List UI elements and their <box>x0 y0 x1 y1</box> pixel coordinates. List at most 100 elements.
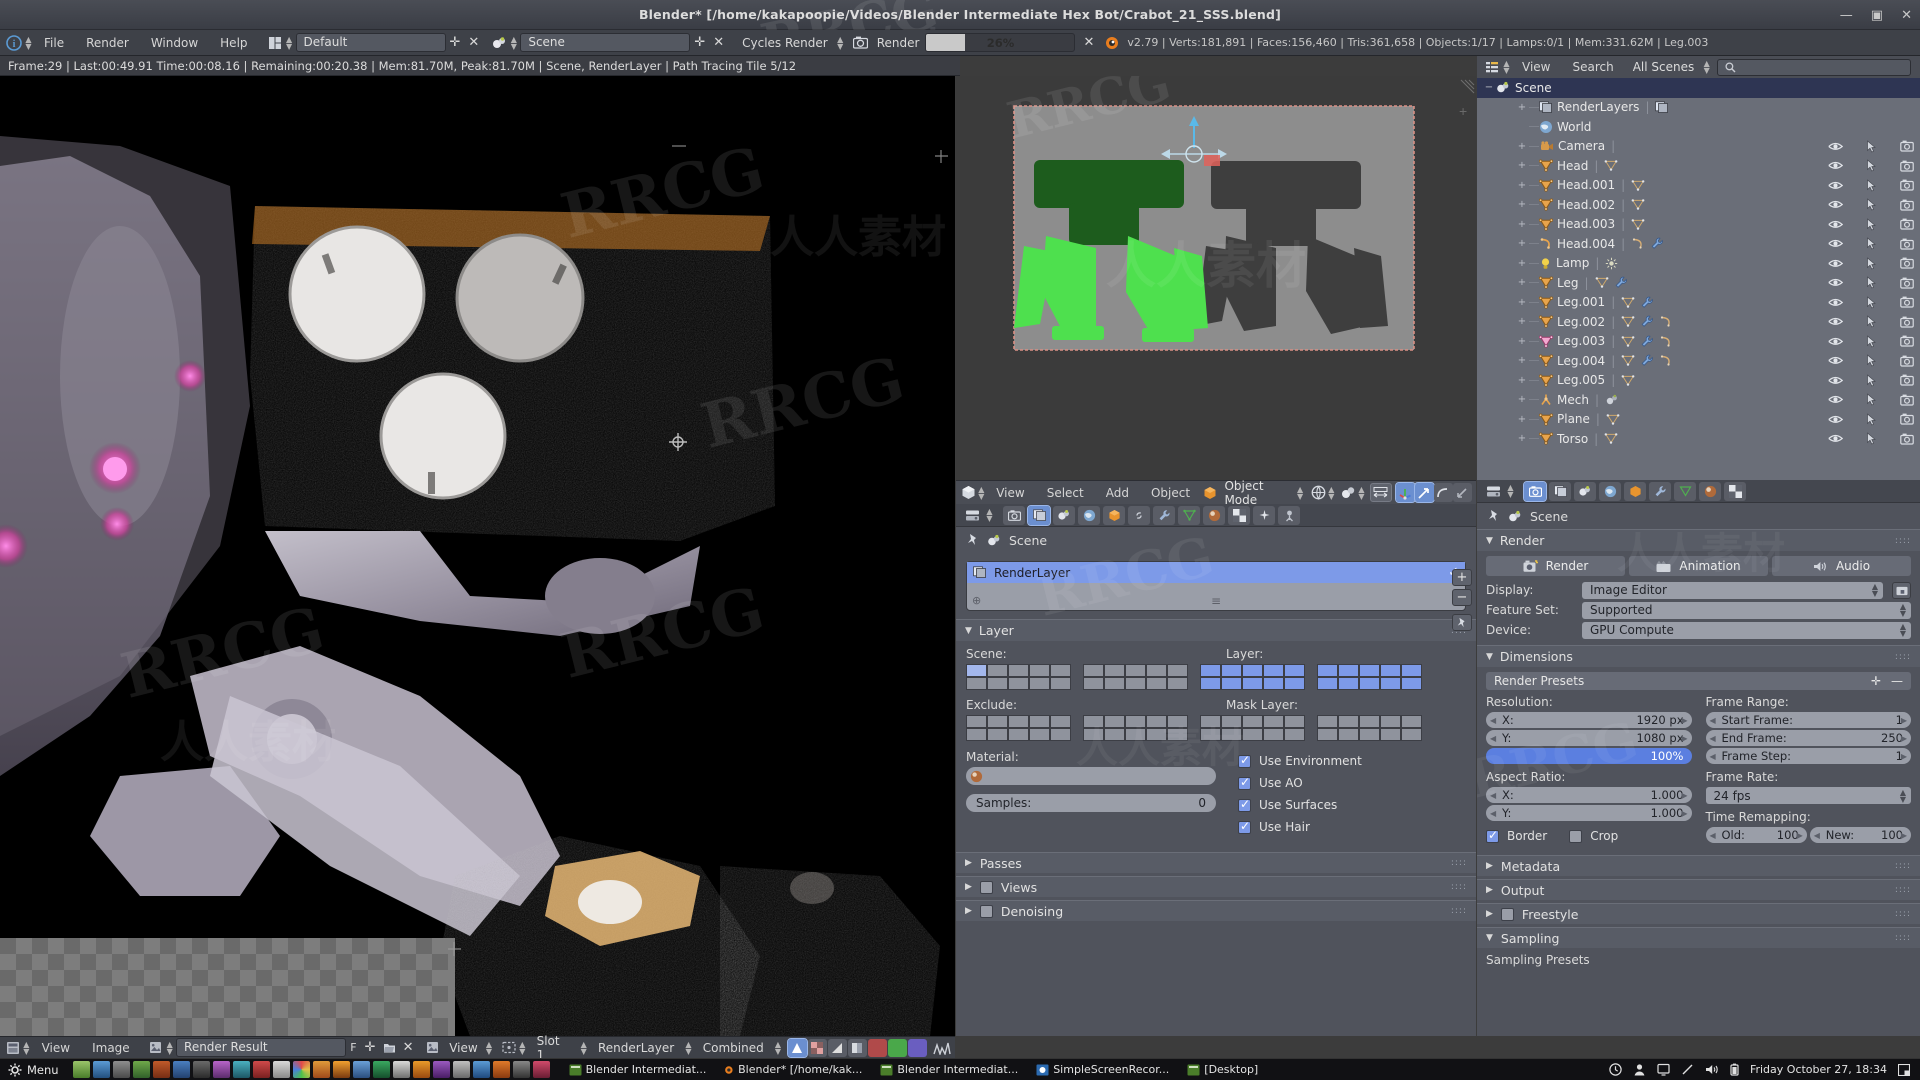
cursor-select-icon[interactable] <box>1866 393 1877 406</box>
outliner-restriction-icons[interactable] <box>1828 432 1914 445</box>
layer-cell[interactable] <box>966 728 987 741</box>
browser-icon[interactable] <box>353 1061 370 1078</box>
renderlayers-icon[interactable] <box>1655 101 1669 114</box>
layer-cell[interactable] <box>1083 677 1104 690</box>
outliner-expand-toggle[interactable]: + <box>1515 219 1529 230</box>
layer-cell[interactable] <box>1359 728 1380 741</box>
mask-grid-a[interactable] <box>1200 715 1305 741</box>
show-desktop-icon[interactable] <box>1898 1064 1910 1076</box>
text-editor-icon[interactable] <box>273 1061 290 1078</box>
camera-render-icon[interactable] <box>1900 433 1914 445</box>
render-props-editor-type-arrows[interactable]: ▲▼ <box>1506 484 1515 498</box>
eye-icon[interactable] <box>1828 316 1843 327</box>
blender-logo-icon[interactable]: i <box>4 33 24 53</box>
outliner-expand-toggle[interactable]: + <box>1515 238 1529 249</box>
krita-icon[interactable] <box>313 1061 330 1078</box>
outliner-editor-type-arrows[interactable]: ▲▼ <box>1502 60 1511 74</box>
delete-screen-layout-button[interactable]: ✕ <box>464 35 483 50</box>
mesh-data-icon[interactable] <box>1621 335 1635 348</box>
tab-particles[interactable] <box>1253 506 1275 525</box>
outliner-restriction-icons[interactable] <box>1828 198 1914 211</box>
taskbar-task-3[interactable]: SimpleScreenRecor... <box>1031 1061 1174 1079</box>
layer-cell[interactable] <box>1104 664 1125 677</box>
camera-render-icon[interactable] <box>1900 199 1914 211</box>
layer-cell[interactable] <box>1359 715 1380 728</box>
layer-cell[interactable] <box>1359 677 1380 690</box>
image-view-menu[interactable]: View <box>31 1037 81 1059</box>
video-app-icon[interactable] <box>193 1061 210 1078</box>
image-editor-type-icon[interactable] <box>3 1038 22 1058</box>
layer-cell[interactable] <box>1167 664 1188 677</box>
tab-texture[interactable] <box>1228 506 1250 525</box>
recorder-icon[interactable] <box>473 1061 490 1078</box>
border-checkbox-row[interactable]: Border <box>1486 827 1547 845</box>
checkbox[interactable] <box>1238 755 1251 768</box>
remove-render-layer-button[interactable]: − <box>1452 589 1472 606</box>
layer-cell[interactable] <box>987 715 1008 728</box>
outliner-row-head-002[interactable]: +Head.002| <box>1477 195 1920 215</box>
layer-cell[interactable] <box>1104 715 1125 728</box>
camera-render-icon[interactable] <box>1900 277 1914 289</box>
layer-cell[interactable] <box>1338 677 1359 690</box>
layer-panel-header[interactable]: ▼ Layer :::: <box>956 619 1476 641</box>
eye-icon[interactable] <box>1828 394 1843 405</box>
rotate-manipulator-icon[interactable] <box>1434 483 1453 502</box>
increment-arrow[interactable]: ▶ <box>1681 791 1687 800</box>
end-frame-field[interactable]: ◀ End Frame: 250 ▶ <box>1706 730 1912 746</box>
screenshot-icon[interactable] <box>453 1061 470 1078</box>
panel-checkbox[interactable] <box>1501 908 1514 921</box>
layer-cell[interactable] <box>1167 715 1188 728</box>
scene-name-field[interactable]: Scene <box>520 33 690 52</box>
outliner-tree[interactable]: −Scene+RenderLayers|World+Camera|+Head|+… <box>1477 78 1920 449</box>
layer-cell[interactable] <box>1284 664 1305 677</box>
render-layer-list[interactable]: RenderLayer ✓ ⊕ ≡ <box>966 561 1466 611</box>
outliner-row-camera[interactable]: +Camera| <box>1477 137 1920 157</box>
outliner-display-mode-arrows[interactable]: ▲▼ <box>1702 60 1711 74</box>
pin-render-layer-button[interactable] <box>1452 614 1472 631</box>
render-collapsed-panels[interactable]: ▶Metadata::::▶Output::::▶Freestyle::::▼S… <box>1477 855 1920 968</box>
camera-render-icon[interactable] <box>1900 160 1914 172</box>
mesh-data-icon[interactable] <box>1621 374 1635 387</box>
layer-cell[interactable] <box>987 677 1008 690</box>
outliner-restriction-icons[interactable] <box>1828 296 1914 309</box>
outliner-row-head-003[interactable]: +Head.003| <box>1477 215 1920 235</box>
panel-drag-dots[interactable]: :::: <box>1451 882 1467 892</box>
layer-cell[interactable] <box>1050 728 1071 741</box>
image-editor-area[interactable]: RRCG RRCG RRCG RRCG 人人素材 人人素材 <box>0 76 955 1036</box>
layer-cell[interactable] <box>1401 677 1422 690</box>
increment-arrow[interactable]: ▶ <box>1797 831 1803 840</box>
camera-render-icon[interactable] <box>1900 257 1914 269</box>
start-menu-button[interactable]: Menu <box>4 1063 63 1077</box>
mesh-data-icon[interactable] <box>1621 315 1635 328</box>
camera-render-icon[interactable] <box>1900 394 1914 406</box>
layer-cell[interactable] <box>1083 728 1104 741</box>
outliner-row-lamp[interactable]: +Lamp| <box>1477 254 1920 274</box>
outliner-row-leg-002[interactable]: +Leg.002| <box>1477 312 1920 332</box>
interaction-mode-select[interactable]: Object Mode <box>1218 479 1296 507</box>
layer-cell[interactable] <box>1380 715 1401 728</box>
checkbox-row-use-ao[interactable]: Use AO <box>1238 774 1362 792</box>
animation-button[interactable]: Animation <box>1629 556 1768 576</box>
cursor-select-icon[interactable] <box>1866 276 1877 289</box>
layer-cell[interactable] <box>1401 715 1422 728</box>
layer-cell[interactable] <box>1263 715 1284 728</box>
image-name-field[interactable]: Render Result <box>176 1038 346 1057</box>
layer-cell[interactable] <box>1029 728 1050 741</box>
group-icon[interactable] <box>1605 393 1619 406</box>
outliner-restriction-icons[interactable] <box>1828 159 1914 172</box>
cursor-select-icon[interactable] <box>1866 354 1877 367</box>
outliner-row-torso[interactable]: +Torso| <box>1477 429 1920 449</box>
outliner-expand-toggle[interactable]: + <box>1515 199 1529 210</box>
outliner-expand-toggle[interactable]: + <box>1515 141 1529 152</box>
unlink-image-button[interactable]: ✕ <box>399 1040 418 1055</box>
eye-icon[interactable] <box>1828 375 1843 386</box>
outliner-expand-toggle[interactable]: + <box>1515 355 1529 366</box>
tab-material[interactable] <box>1203 506 1225 525</box>
aspect-x-field[interactable]: ◀ X: 1.000 ▶ <box>1486 787 1692 803</box>
resolution-x-field[interactable]: ◀ X: 1920 px ▶ <box>1486 712 1692 728</box>
render-presets-row[interactable]: Render Presets ✛ — <box>1486 672 1911 690</box>
frame-rate-select[interactable]: 24 fps ▲▼ <box>1706 787 1912 804</box>
render-pass-select[interactable]: Combined <box>693 1041 774 1055</box>
layer-cell[interactable] <box>1008 715 1029 728</box>
editor-type-arrows[interactable]: ▲▼ <box>24 36 33 50</box>
